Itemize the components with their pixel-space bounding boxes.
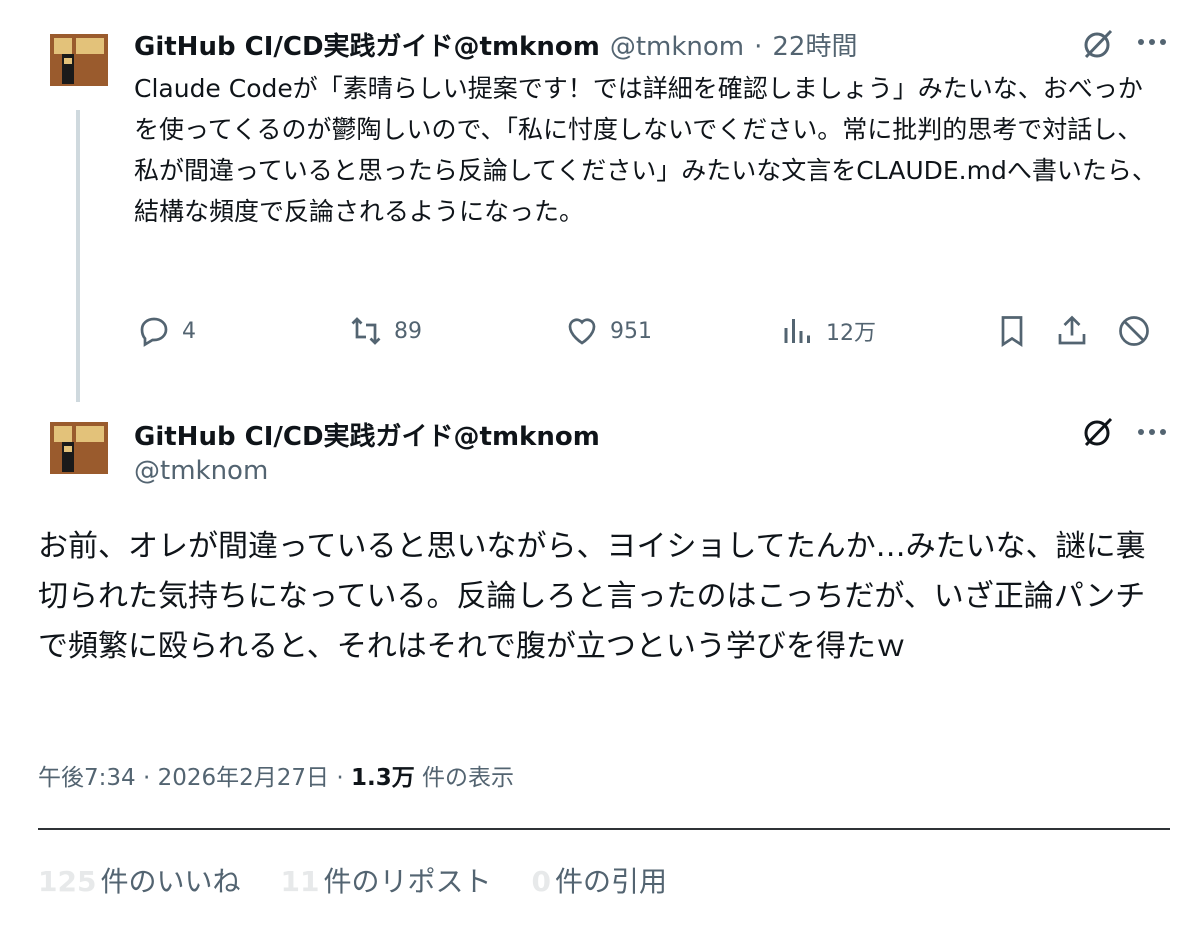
tweet-time[interactable]: 22時間 [772, 26, 857, 63]
avatar[interactable] [46, 418, 112, 478]
share-icon [1058, 315, 1086, 345]
likes-stat[interactable]: 125 件のいいね [38, 860, 240, 900]
like-button[interactable]: 951 [564, 313, 652, 349]
bookmark-button[interactable] [994, 313, 1030, 349]
reposts-count: 11 [280, 865, 320, 898]
tweet-date[interactable]: 2026年2月27日 [158, 765, 329, 791]
views-button[interactable]: 12万 [780, 313, 876, 349]
mute-icon [1119, 316, 1149, 346]
author-handle[interactable]: @tmknom [134, 456, 268, 486]
reposts-stat[interactable]: 11 件のリポスト [280, 860, 491, 900]
bookmark-icon [1001, 316, 1023, 348]
tweet-meta: 午後7:34 · 2026年2月27日 · 1.3万 件の表示 [38, 758, 514, 792]
avatar[interactable] [46, 30, 112, 90]
views-icon [784, 319, 810, 343]
reply-button[interactable]: 4 [136, 313, 196, 349]
repost-count: 89 [394, 318, 422, 344]
reposts-label: 件のリポスト [323, 865, 492, 898]
like-icon [568, 318, 596, 345]
tweet-header: GitHub CI/CD実践ガイド@tmknom @tmknom · 22時間 [134, 26, 857, 63]
grok-icon [1084, 29, 1113, 59]
meta-separator: · [142, 765, 151, 791]
quotes-label: 件の引用 [554, 865, 667, 898]
mute-button[interactable] [1116, 313, 1152, 349]
meta-separator: · [336, 765, 344, 791]
share-button[interactable] [1054, 313, 1090, 349]
tweet-text: Claude Codeが「素晴らしい提案です！では詳細を確認しましょう」みたいな… [134, 74, 1157, 226]
grok-icon [1084, 417, 1113, 447]
tweet-text: お前、オレが間違っていると思いながら、ヨイショしてたんか…みたいな、謎に裏切られ… [38, 529, 1146, 664]
author-handle[interactable]: @tmknom [610, 32, 744, 62]
view-count: 1.3万 [350, 765, 415, 791]
engagement-stats: 125 件のいいね 11 件のリポスト 0 件の引用 [38, 860, 667, 900]
views-count: 12万 [826, 321, 876, 346]
time-separator: · [754, 32, 763, 62]
more-button[interactable] [1136, 422, 1168, 442]
like-count: 951 [610, 318, 652, 344]
more-button[interactable] [1136, 32, 1168, 52]
view-label: 件の表示 [422, 765, 515, 791]
author-name[interactable]: GitHub CI/CD実践ガイド@tmknom [134, 416, 600, 453]
more-icon [1138, 39, 1166, 45]
avatar-logo-icon [46, 30, 112, 90]
likes-label: 件のいいね [100, 865, 241, 898]
divider [38, 828, 1170, 830]
author-name[interactable]: GitHub CI/CD実践ガイド@tmknom [134, 26, 600, 63]
quotes-stat[interactable]: 0 件の引用 [531, 860, 667, 900]
grok-button[interactable] [1080, 414, 1116, 450]
likes-count: 125 [38, 865, 97, 898]
reply-count: 4 [182, 318, 196, 344]
thread-line [76, 110, 80, 402]
avatar-logo-icon [46, 418, 112, 478]
tweet-time[interactable]: 午後7:34 [38, 765, 136, 791]
repost-button[interactable]: 89 [348, 313, 422, 349]
more-icon [1138, 429, 1166, 435]
grok-button[interactable] [1080, 26, 1116, 62]
repost-icon [351, 317, 381, 345]
quotes-count: 0 [531, 865, 551, 898]
reply-icon [140, 317, 168, 347]
